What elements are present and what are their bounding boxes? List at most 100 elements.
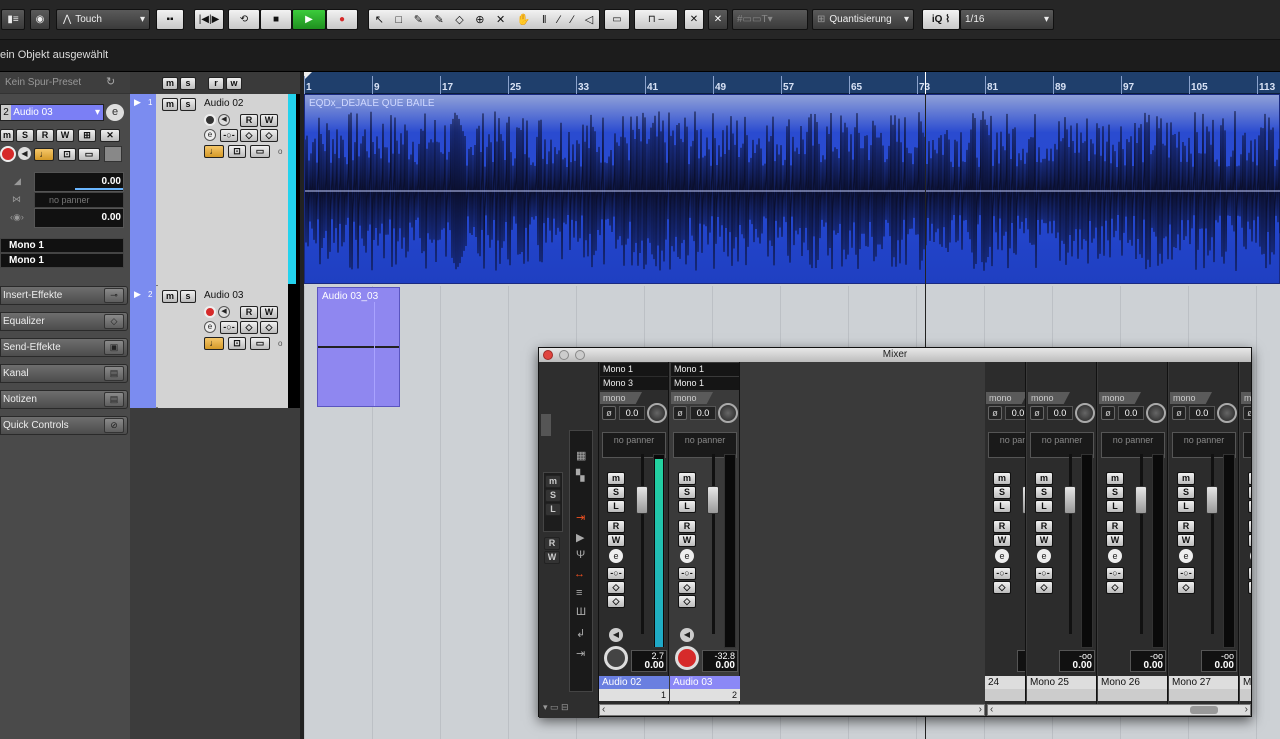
- volume-field[interactable]: 0.00: [34, 172, 124, 192]
- color-picker-icon[interactable]: ▭: [604, 9, 630, 30]
- lock-icon[interactable]: ⊡: [228, 337, 246, 350]
- channel-name[interactable]: Audio 03: [670, 676, 740, 689]
- phase-icon[interactable]: ø: [1030, 406, 1044, 420]
- edit-channel-icon[interactable]: e: [680, 549, 694, 563]
- draw-tool-icon[interactable]: ∕: [558, 14, 560, 26]
- input-icon[interactable]: ⇥: [576, 511, 585, 524]
- erase-tool-icon[interactable]: ◇: [455, 13, 463, 26]
- edit-channel-icon[interactable]: e: [995, 549, 1009, 563]
- read-button[interactable]: R: [1035, 520, 1053, 533]
- mute-button[interactable]: m: [162, 98, 178, 111]
- insert-bypass-icon[interactable]: -○-: [220, 321, 238, 334]
- listen-button[interactable]: L: [1248, 500, 1251, 513]
- freeze-button[interactable]: ⊞: [78, 129, 96, 142]
- solo-button[interactable]: S: [1248, 486, 1251, 499]
- edit-channel-icon[interactable]: e: [1250, 549, 1251, 563]
- chevron-right-icon[interactable]: ›: [1245, 704, 1248, 715]
- insert-bypass-icon[interactable]: -○-: [1248, 567, 1251, 580]
- read-button[interactable]: R: [607, 520, 625, 533]
- listen-button[interactable]: L: [607, 500, 625, 513]
- timebase-icon[interactable]: ♩: [204, 145, 224, 158]
- phase-icon[interactable]: ø: [1172, 406, 1186, 420]
- mute-button[interactable]: m: [1035, 472, 1053, 485]
- inspector-section-insert-effects[interactable]: Insert-Effekte ⊸: [0, 286, 128, 305]
- constrain-delay-icon[interactable]: ◉: [30, 9, 50, 30]
- expand-icon[interactable]: ▶: [134, 289, 141, 300]
- chevron-left-icon[interactable]: ‹: [602, 704, 605, 715]
- channel-name[interactable]: M: [1240, 676, 1251, 689]
- grid-type-select[interactable]: #▭▭T▾: [732, 9, 808, 30]
- mixer-window[interactable]: Mixer m S L R W ▦ ▚ ⇥ ▶ Ψ ↔ ≡ Ш ↲ ⇥ ▾ ▭ …: [538, 347, 1252, 718]
- routing-icon[interactable]: ↲: [576, 627, 585, 640]
- gain-knob[interactable]: [1146, 403, 1166, 423]
- audio-event-audio03[interactable]: Audio 03_03: [317, 287, 400, 407]
- bars-icon[interactable]: ≡: [576, 587, 582, 599]
- layout-icon[interactable]: ▚: [576, 469, 584, 482]
- solo-button[interactable]: S: [607, 486, 625, 499]
- monitor-icon[interactable]: ◀: [680, 628, 694, 642]
- input-gain-value[interactable]: 0.0: [1047, 406, 1073, 420]
- input-gain-value[interactable]: 0.0: [619, 406, 645, 420]
- output-icon[interactable]: ⇥: [576, 647, 585, 660]
- mute-button[interactable]: m: [1106, 472, 1124, 485]
- phase-icon[interactable]: ø: [673, 406, 687, 420]
- input-gain-value[interactable]: 0.0: [1118, 406, 1144, 420]
- global-read-button[interactable]: R: [544, 537, 560, 550]
- window-layout-icon[interactable]: ▮≡: [1, 9, 25, 30]
- input-gain-value[interactable]: 0.0: [1189, 406, 1215, 420]
- read-button[interactable]: R: [678, 520, 696, 533]
- input-gain-value[interactable]: 0.0: [1005, 406, 1025, 420]
- send-bypass-icon[interactable]: ◇: [260, 129, 278, 142]
- monitor-icon[interactable]: ◀: [609, 628, 623, 642]
- listen-button[interactable]: L: [678, 500, 696, 513]
- timebase-icon[interactable]: ♩: [34, 148, 54, 161]
- phase-icon[interactable]: ø: [602, 406, 616, 420]
- monitor-button[interactable]: m: [0, 129, 14, 142]
- refresh-icon[interactable]: ↻: [106, 75, 115, 88]
- snap-icon[interactable]: ✕: [708, 9, 728, 30]
- edit-channel-icon[interactable]: e: [1179, 549, 1193, 563]
- global-write-button[interactable]: w: [226, 77, 242, 90]
- filter-icon[interactable]: Ψ: [576, 549, 585, 561]
- monitor-icon[interactable]: ◀: [218, 114, 230, 126]
- inspector-section-notes[interactable]: Notizen ▤: [0, 390, 128, 409]
- channel-name[interactable]: 24: [985, 676, 1025, 689]
- close-icon[interactable]: [543, 350, 553, 360]
- eq-bypass-icon[interactable]: ◇: [240, 129, 258, 142]
- mute-button[interactable]: m: [607, 472, 625, 485]
- inspector-section-equalizer[interactable]: Equalizer ◇: [0, 312, 128, 331]
- split-tool-icon[interactable]: ✎: [414, 13, 423, 26]
- track-name-field[interactable]: 2 Audio 03 ▾: [0, 104, 104, 121]
- inspector-section-channel[interactable]: Kanal ▤: [0, 364, 128, 383]
- edit-channel-icon[interactable]: e: [1037, 549, 1051, 563]
- mixer-scrollbar-right[interactable]: ‹ ›: [987, 704, 1251, 716]
- volume-readout[interactable]: -oo 0.00: [1130, 650, 1166, 672]
- mute-button[interactable]: m: [993, 472, 1011, 485]
- mute-button[interactable]: m: [1177, 472, 1195, 485]
- write-button[interactable]: W: [607, 534, 625, 547]
- insert-bypass-icon[interactable]: -○-: [1035, 567, 1053, 580]
- left-locator-icon[interactable]: [304, 72, 312, 80]
- preset-bar[interactable]: Kein Spur-Preset ↻: [0, 72, 130, 94]
- hand-tool-icon[interactable]: ✋: [517, 13, 531, 26]
- volume-readout[interactable]: -oo 0.00: [1201, 650, 1237, 672]
- inspector-section-send-effects[interactable]: Send-Effekte ▣: [0, 338, 128, 357]
- volume-readout[interactable]: 2.7 0.00: [631, 650, 667, 672]
- volume-fader[interactable]: [1135, 486, 1147, 514]
- lane-display-icon[interactable]: ▭: [250, 145, 270, 158]
- scroll-thumb[interactable]: [1190, 706, 1218, 714]
- ruler[interactable]: 191725334149576573818997105113: [304, 72, 1280, 94]
- edit-channel-icon[interactable]: e: [609, 549, 623, 563]
- edit-channel-icon[interactable]: e: [204, 321, 216, 333]
- insert-bypass-icon[interactable]: -○-: [1106, 567, 1124, 580]
- solo-button[interactable]: S: [678, 486, 696, 499]
- volume-fader[interactable]: [1206, 486, 1218, 514]
- eq-bypass-icon[interactable]: ◇: [993, 581, 1011, 594]
- solo-button[interactable]: S: [993, 486, 1011, 499]
- insert-bypass-icon[interactable]: -○-: [678, 567, 696, 580]
- output-routing[interactable]: Mono 1: [671, 377, 739, 390]
- listen-button[interactable]: L: [1177, 500, 1195, 513]
- mixer-channel-strip[interactable]: mono ø 0.0 no panner m S L R W e -○- ◇ -…: [1169, 362, 1239, 704]
- quantize-value-select[interactable]: 1/16 ▾: [960, 9, 1054, 30]
- write-button[interactable]: W: [1035, 534, 1053, 547]
